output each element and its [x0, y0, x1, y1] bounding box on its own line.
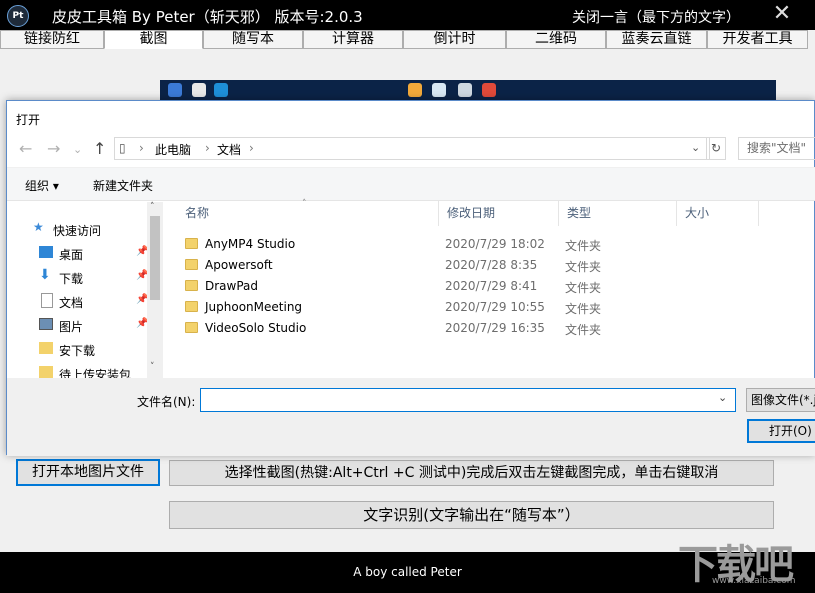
- folder-icon: [185, 322, 198, 333]
- breadcrumb-documents[interactable]: 文档: [217, 141, 241, 158]
- desktop-browser-icon: [214, 83, 228, 97]
- file-type-filter[interactable]: 图像文件(*.jpg: [746, 388, 815, 412]
- breadcrumb-this-pc[interactable]: 此电脑: [155, 141, 191, 158]
- navigation-pane: ★ 快速访问 桌面 📌 ⬇ 下载 📌 文档 📌 图片 📌 安下载 待上传安装包: [33, 220, 149, 378]
- open-local-image-button[interactable]: 打开本地图片文件: [16, 459, 160, 486]
- toggle-motto-button[interactable]: 关闭一言（最下方的文字）: [572, 7, 740, 27]
- folder-icon: [39, 366, 53, 378]
- filename-label: 文件名(N):: [137, 395, 196, 409]
- folder-icon: [39, 342, 53, 354]
- breadcrumb-chevron-icon: ›: [205, 141, 210, 155]
- tab-notepad[interactable]: 随写本: [203, 30, 303, 49]
- scroll-up-icon[interactable]: ˄: [150, 202, 155, 212]
- recent-locations-chevron-icon[interactable]: ⌄: [73, 143, 82, 156]
- tab-developer-tools[interactable]: 开发者工具: [707, 30, 808, 49]
- new-folder-button[interactable]: 新建文件夹: [93, 177, 153, 194]
- desktop-app-icon: [408, 83, 422, 97]
- breadcrumb-chevron-icon: ›: [139, 141, 144, 155]
- file-row[interactable]: AnyMP4 Studio 2020/7/29 18:02 文件夹: [185, 234, 685, 255]
- file-row[interactable]: JuphoonMeeting 2020/7/29 10:55 文件夹: [185, 297, 685, 318]
- tab-calculator[interactable]: 计算器: [303, 30, 403, 49]
- close-icon[interactable]: ✕: [770, 0, 794, 28]
- desktop-app-icon: [458, 83, 472, 97]
- app-title: 皮皮工具箱 By Peter（斩天邪） 版本号:2.0.3: [52, 8, 363, 26]
- forward-arrow-icon[interactable]: →: [47, 139, 60, 158]
- dialog-toolbar: 组织 ▾ 新建文件夹: [7, 167, 815, 201]
- app-logo: Pt: [7, 5, 29, 27]
- address-dropdown-icon[interactable]: ⌄: [691, 141, 700, 154]
- tab-screenshot[interactable]: 截图: [104, 30, 203, 49]
- nav-scrollbar[interactable]: ˄ ˅: [147, 202, 163, 378]
- tab-lanzou-link[interactable]: 蓝奏云直链: [606, 30, 707, 49]
- up-arrow-icon[interactable]: ↑: [93, 139, 106, 158]
- sort-arrow-icon: ˄: [302, 199, 307, 209]
- folder-icon: [185, 280, 198, 291]
- back-arrow-icon[interactable]: ←: [19, 139, 32, 158]
- download-icon: ⬇: [39, 267, 51, 283]
- watermark-site: www.xiazaiba.com: [712, 576, 796, 586]
- breadcrumb-chevron-icon: ›: [249, 141, 254, 155]
- folder-icon: [185, 238, 198, 249]
- star-icon: ★: [33, 220, 44, 234]
- document-location-icon: ▯: [119, 141, 126, 155]
- desktop-app-icon: [168, 83, 182, 97]
- desktop-app-icon: [482, 83, 496, 97]
- filename-dropdown-icon[interactable]: ⌄: [718, 391, 727, 404]
- organize-button[interactable]: 组织 ▾: [25, 177, 59, 194]
- open-file-dialog: 打开 ← → ⌄ ↑ ▯ › 此电脑 › 文档 › ⌄ ↻ 搜索"文档" 组织 …: [6, 100, 815, 456]
- column-header-modified[interactable]: 修改日期: [439, 200, 559, 226]
- tab-countdown[interactable]: 倒计时: [403, 30, 506, 49]
- folder-icon: [185, 259, 198, 270]
- selective-capture-button[interactable]: 选择性截图(热键:Alt+Ctrl +C 测试中)完成后双击左键截图完成，单击右…: [169, 460, 774, 486]
- filename-input[interactable]: ⌄: [200, 388, 736, 412]
- file-row[interactable]: Apowersoft 2020/7/28 8:35 文件夹: [185, 255, 685, 276]
- ocr-button[interactable]: 文字识别(文字输出在“随写本”）: [169, 501, 774, 529]
- address-bar[interactable]: ▯ › 此电脑 › 文档 › ⌄: [114, 137, 710, 160]
- open-button[interactable]: 打开(O): [747, 419, 815, 443]
- column-header-name[interactable]: 名称 ˄: [177, 199, 439, 226]
- desktop-file-icon: [192, 83, 206, 97]
- scroll-thumb[interactable]: [150, 216, 160, 300]
- desktop-app-icon: [432, 83, 446, 97]
- document-icon: [41, 293, 53, 308]
- picture-icon: [39, 318, 53, 330]
- search-input[interactable]: 搜索"文档": [738, 137, 815, 160]
- app-titlebar: Pt 皮皮工具箱 By Peter（斩天邪） 版本号:2.0.3 关闭一言（最下…: [0, 0, 815, 30]
- desktop-icon: [39, 246, 53, 258]
- scroll-down-icon[interactable]: ˅: [150, 362, 155, 372]
- column-header-type[interactable]: 类型: [559, 200, 677, 226]
- tab-bar: 链接防红 截图 随写本 计算器 倒计时 二维码 蓝奏云直链 开发者工具: [0, 30, 815, 50]
- refresh-icon[interactable]: ↻: [706, 137, 726, 160]
- dialog-title: 打开: [16, 113, 41, 127]
- file-row[interactable]: DrawPad 2020/7/29 8:41 文件夹: [185, 276, 685, 297]
- column-header-size[interactable]: 大小: [677, 200, 759, 226]
- tab-qrcode[interactable]: 二维码: [506, 30, 606, 49]
- folder-icon: [185, 301, 198, 312]
- file-row[interactable]: VideoSolo Studio 2020/7/29 16:35 文件夹: [185, 318, 685, 339]
- screenshot-preview: [160, 80, 776, 102]
- dialog-footer: 文件名(N): ⌄ 图像文件(*.jpg 打开(O): [7, 378, 815, 456]
- tab-link-anti-block[interactable]: 链接防红: [0, 30, 104, 49]
